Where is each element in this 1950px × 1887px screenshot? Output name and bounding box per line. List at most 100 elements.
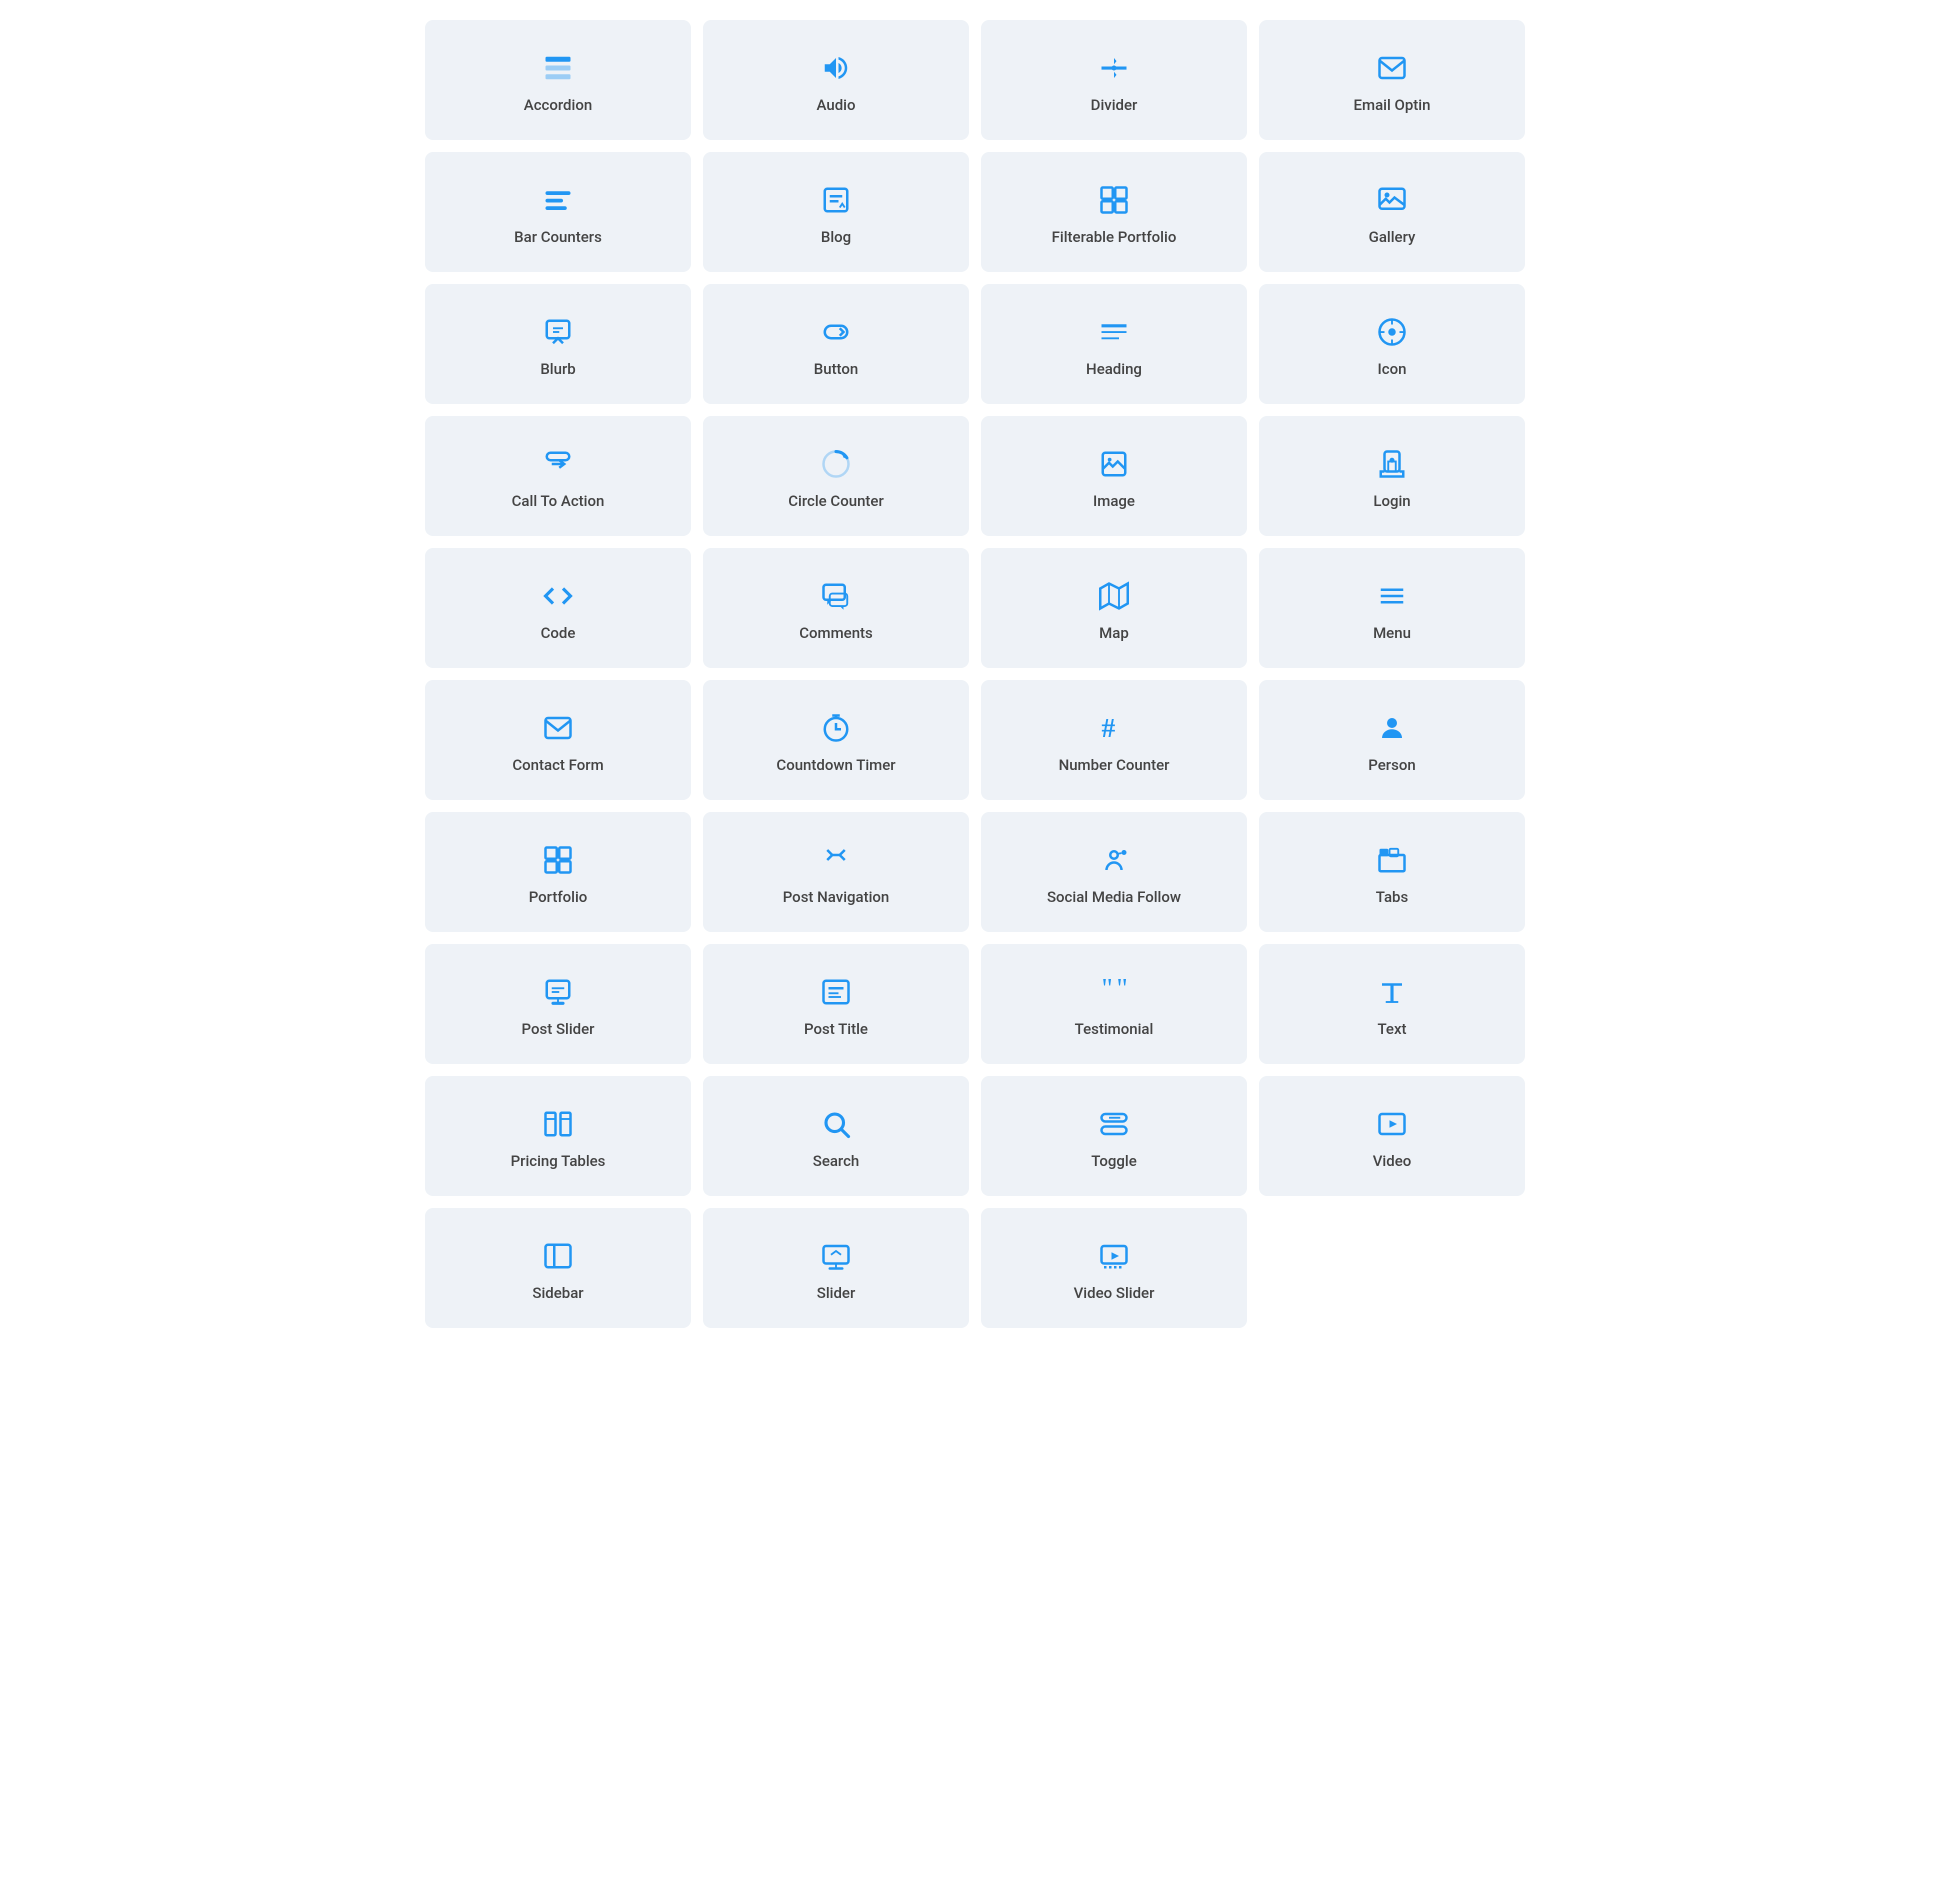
filterable-portfolio-icon xyxy=(1099,182,1129,218)
widget-card-map[interactable]: Map xyxy=(981,548,1247,668)
widget-card-divider[interactable]: Divider xyxy=(981,20,1247,140)
heading-label: Heading xyxy=(1086,360,1142,380)
widget-card-tabs[interactable]: Tabs xyxy=(1259,812,1525,932)
text-label: Text xyxy=(1377,1020,1406,1040)
widget-card-video-slider[interactable]: Video Slider xyxy=(981,1208,1247,1328)
sidebar-icon xyxy=(543,1238,573,1274)
widget-card-heading[interactable]: Heading xyxy=(981,284,1247,404)
svg-text:": " xyxy=(1102,977,1113,1003)
heading-icon xyxy=(1099,314,1129,350)
icon-label: Icon xyxy=(1378,360,1407,380)
countdown-timer-icon xyxy=(821,710,851,746)
search-label: Search xyxy=(813,1152,860,1172)
text-icon xyxy=(1377,974,1407,1010)
widget-card-code[interactable]: Code xyxy=(425,548,691,668)
widget-card-testimonial[interactable]: "" Testimonial xyxy=(981,944,1247,1064)
portfolio-label: Portfolio xyxy=(529,888,588,908)
widget-card-text[interactable]: Text xyxy=(1259,944,1525,1064)
testimonial-label: Testimonial xyxy=(1075,1020,1154,1040)
widget-card-toggle[interactable]: Toggle xyxy=(981,1076,1247,1196)
widget-card-post-title[interactable]: Post Title xyxy=(703,944,969,1064)
menu-icon xyxy=(1377,578,1407,614)
widget-card-menu[interactable]: Menu xyxy=(1259,548,1525,668)
blurb-label: Blurb xyxy=(540,360,575,380)
toggle-label: Toggle xyxy=(1091,1152,1137,1172)
bar-counters-label: Bar Counters xyxy=(514,228,602,248)
widget-card-contact-form[interactable]: Contact Form xyxy=(425,680,691,800)
svg-text:#: # xyxy=(1102,713,1116,743)
svg-text:": " xyxy=(1117,977,1128,1003)
icon-icon xyxy=(1377,314,1407,350)
sidebar-label: Sidebar xyxy=(532,1284,583,1304)
widget-card-blurb[interactable]: Blurb xyxy=(425,284,691,404)
portfolio-icon xyxy=(543,842,573,878)
widget-card-number-counter[interactable]: #Number Counter xyxy=(981,680,1247,800)
login-icon xyxy=(1377,446,1407,482)
widget-card-login[interactable]: Login xyxy=(1259,416,1525,536)
map-icon xyxy=(1099,578,1129,614)
widget-card-icon[interactable]: Icon xyxy=(1259,284,1525,404)
widget-card-social-media-follow[interactable]: Social Media Follow xyxy=(981,812,1247,932)
widget-card-button[interactable]: Button xyxy=(703,284,969,404)
email-optin-icon xyxy=(1377,50,1407,86)
widget-card-call-to-action[interactable]: Call To Action xyxy=(425,416,691,536)
image-label: Image xyxy=(1093,492,1135,512)
pricing-tables-icon xyxy=(543,1106,573,1142)
number-counter-icon: # xyxy=(1099,710,1129,746)
comments-icon xyxy=(821,578,851,614)
bar-counters-icon xyxy=(543,182,573,218)
audio-label: Audio xyxy=(817,96,856,116)
circle-counter-label: Circle Counter xyxy=(788,492,884,512)
person-icon xyxy=(1377,710,1407,746)
widget-card-email-optin[interactable]: Email Optin xyxy=(1259,20,1525,140)
menu-label: Menu xyxy=(1373,624,1411,644)
widget-card-image[interactable]: Image xyxy=(981,416,1247,536)
call-to-action-label: Call To Action xyxy=(512,492,605,512)
post-slider-label: Post Slider xyxy=(522,1020,595,1040)
post-title-icon xyxy=(821,974,851,1010)
contact-form-label: Contact Form xyxy=(512,756,603,776)
testimonial-icon: "" xyxy=(1099,974,1129,1010)
image-icon xyxy=(1099,446,1129,482)
post-slider-icon xyxy=(543,974,573,1010)
button-icon xyxy=(821,314,851,350)
widget-card-countdown-timer[interactable]: Countdown Timer xyxy=(703,680,969,800)
contact-form-icon xyxy=(543,710,573,746)
login-label: Login xyxy=(1373,492,1410,512)
filterable-portfolio-label: Filterable Portfolio xyxy=(1052,228,1177,248)
post-navigation-icon xyxy=(821,842,851,878)
blog-label: Blog xyxy=(821,228,851,248)
blurb-icon xyxy=(543,314,573,350)
countdown-timer-label: Countdown Timer xyxy=(776,756,895,776)
blog-icon xyxy=(821,182,851,218)
divider-label: Divider xyxy=(1091,96,1138,116)
gallery-label: Gallery xyxy=(1369,228,1416,248)
video-icon xyxy=(1377,1106,1407,1142)
widget-card-person[interactable]: Person xyxy=(1259,680,1525,800)
widget-card-portfolio[interactable]: Portfolio xyxy=(425,812,691,932)
widget-grid: Accordion Audio Divider Email Optin Bar Coun… xyxy=(425,20,1525,1328)
widget-card-comments[interactable]: Comments xyxy=(703,548,969,668)
widget-card-blog[interactable]: Blog xyxy=(703,152,969,272)
widget-card-post-navigation[interactable]: Post Navigation xyxy=(703,812,969,932)
widget-card-video[interactable]: Video xyxy=(1259,1076,1525,1196)
widget-card-gallery[interactable]: Gallery xyxy=(1259,152,1525,272)
button-label: Button xyxy=(814,360,859,380)
widget-card-sidebar[interactable]: Sidebar xyxy=(425,1208,691,1328)
slider-label: Slider xyxy=(817,1284,856,1304)
comments-label: Comments xyxy=(799,624,873,644)
widget-card-post-slider[interactable]: Post Slider xyxy=(425,944,691,1064)
widget-card-filterable-portfolio[interactable]: Filterable Portfolio xyxy=(981,152,1247,272)
widget-card-audio[interactable]: Audio xyxy=(703,20,969,140)
circle-counter-icon xyxy=(821,446,851,482)
widget-card-slider[interactable]: Slider xyxy=(703,1208,969,1328)
widget-card-search[interactable]: Search xyxy=(703,1076,969,1196)
widget-card-accordion[interactable]: Accordion xyxy=(425,20,691,140)
widget-card-circle-counter[interactable]: Circle Counter xyxy=(703,416,969,536)
widget-card-bar-counters[interactable]: Bar Counters xyxy=(425,152,691,272)
widget-card-pricing-tables[interactable]: Pricing Tables xyxy=(425,1076,691,1196)
accordion-icon xyxy=(543,50,573,86)
audio-icon xyxy=(821,50,851,86)
tabs-icon xyxy=(1377,842,1407,878)
pricing-tables-label: Pricing Tables xyxy=(511,1152,606,1172)
